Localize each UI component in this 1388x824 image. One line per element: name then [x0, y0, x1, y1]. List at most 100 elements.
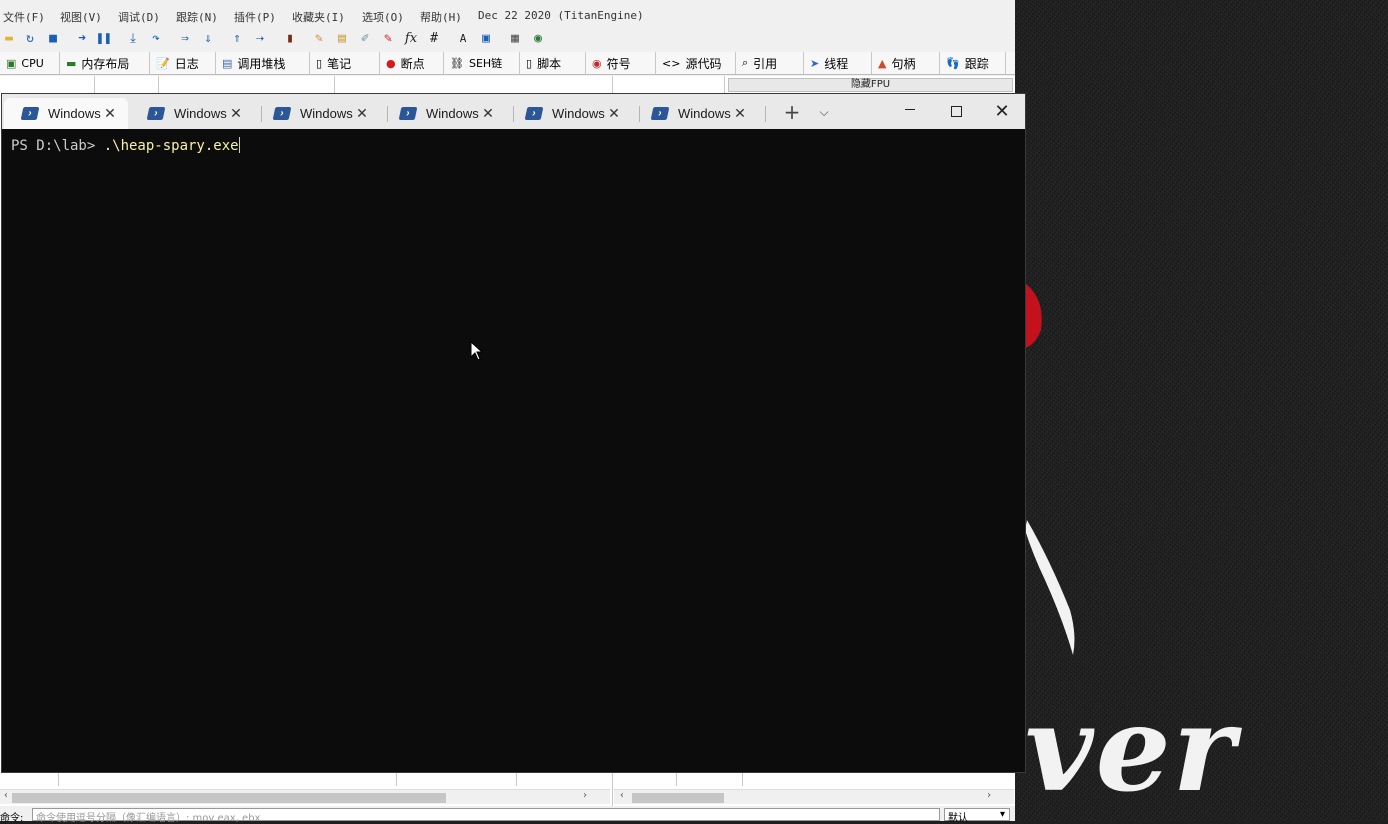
bookmark-icon[interactable]: ✎: [380, 30, 396, 46]
close-tab-icon[interactable]: ✕: [228, 105, 244, 122]
command-bar: 命令: 命令使用逗号分隔（像汇编语言）: mov eax, ebx 默认 ▾: [0, 806, 1015, 824]
restart-icon[interactable]: ↻: [22, 30, 38, 46]
command-label: 命令:: [0, 813, 24, 824]
label-icon[interactable]: ✐: [357, 30, 373, 46]
font-icon[interactable]: A: [455, 30, 471, 46]
comment-icon[interactable]: ▤: [334, 30, 350, 46]
menu-options[interactable]: 选项(O): [362, 9, 404, 25]
menu-plugins[interactable]: 插件(P): [234, 9, 276, 25]
tab-seh[interactable]: ⛓ SEH链: [444, 52, 520, 74]
debugger-menubar: 文件(F) 视图(V) 调试(D) 跟踪(N) 插件(P) 收藏夹(I) 选项(…: [0, 6, 1015, 26]
scroll-left-icon[interactable]: ‹: [3, 790, 9, 801]
terminal-tab-2[interactable]: › Windows ✕: [130, 98, 254, 129]
terminal-tab-3[interactable]: › Windows ✕: [256, 98, 380, 129]
source-icon: <>: [662, 56, 681, 70]
menu-file[interactable]: 文件(F): [3, 9, 45, 25]
mouse-pointer-icon: [470, 341, 484, 361]
execute-till-return-icon[interactable]: ⇑: [229, 30, 245, 46]
chevron-down-icon[interactable]: ⌵: [814, 100, 834, 124]
close-tab-icon[interactable]: ✕: [480, 105, 496, 122]
tab-memory-map[interactable]: ▬ 内存布局: [60, 52, 150, 74]
seh-icon: ⛓: [450, 56, 464, 70]
trace-over-icon[interactable]: ⇓: [200, 30, 216, 46]
symbol-icon: ◉: [592, 56, 602, 70]
notes-icon: ▯: [316, 56, 323, 70]
open-icon[interactable]: ▬: [1, 30, 17, 46]
calculator-icon[interactable]: ▦: [507, 30, 523, 46]
menu-favourites[interactable]: 收藏夹(I): [292, 9, 345, 25]
command-mode-select[interactable]: 默认 ▾: [944, 808, 1010, 824]
new-tab-button[interactable]: +: [782, 100, 802, 124]
step-over-icon[interactable]: ↷: [148, 30, 164, 46]
menu-trace[interactable]: 跟踪(N): [176, 9, 218, 25]
pause-icon[interactable]: ❚❚: [96, 30, 112, 46]
powershell-icon: ›: [20, 107, 40, 120]
tab-log[interactable]: 📝 日志: [150, 52, 216, 74]
debugger-toolbar: ▬ ↻ ■ ➜ ❚❚ ⤓ ↷ ⇒ ⇓ ⇑ ⇢ ▮ ✎ ▤ ✐ ✎ fx # A …: [0, 28, 1015, 48]
command-input[interactable]: 命令使用逗号分隔（像汇编语言）: mov eax, ebx: [32, 808, 940, 824]
scroll-right-icon[interactable]: ›: [986, 790, 992, 801]
memory-icon[interactable]: ▣: [478, 30, 494, 46]
tab-symbols[interactable]: ◉ 符号: [586, 52, 656, 74]
stop-icon[interactable]: ■: [45, 30, 61, 46]
script-icon: ▯: [526, 56, 533, 70]
close-tab-icon[interactable]: ✕: [102, 105, 118, 122]
powershell-icon: ›: [146, 107, 166, 120]
close-tab-icon[interactable]: ✕: [732, 105, 748, 122]
stack-hscrollbar[interactable]: ‹ ›: [614, 789, 1014, 804]
tab-source[interactable]: <> 源代码: [656, 52, 736, 74]
close-window-button[interactable]: ✕: [979, 94, 1025, 129]
close-tab-icon[interactable]: ✕: [354, 105, 370, 122]
scroll-thumb[interactable]: [632, 793, 724, 803]
hide-fpu-button[interactable]: 隐藏FPU: [728, 78, 1013, 92]
trace-into-icon[interactable]: ⇒: [177, 30, 193, 46]
powershell-icon: ›: [524, 107, 544, 120]
function-icon[interactable]: fx: [403, 30, 419, 46]
text-caret: [238, 137, 240, 153]
scroll-right-icon[interactable]: ›: [582, 790, 588, 801]
terminal-window: › Windows ✕ › Windows ✕ › Windows ✕ › Wi…: [2, 94, 1025, 772]
globe-icon[interactable]: ◉: [530, 30, 546, 46]
tab-script[interactable]: ▯ 脚本: [520, 52, 586, 74]
reference-icon: ⌕: [742, 56, 749, 69]
close-tab-icon[interactable]: ✕: [606, 105, 622, 122]
minimize-button[interactable]: [887, 94, 933, 129]
tab-trace[interactable]: 👣 跟踪: [940, 52, 1006, 74]
maximize-icon: [950, 106, 962, 117]
dump-hscrollbar[interactable]: ‹ ›: [0, 789, 610, 804]
callstack-icon: ▤: [222, 56, 233, 70]
terminal-tab-6[interactable]: › Windows ✕: [634, 98, 758, 129]
run-to-user-icon[interactable]: ⇢: [252, 30, 268, 46]
powershell-icon: ›: [650, 107, 670, 120]
close-icon: ✕: [994, 101, 1010, 122]
terminal-titlebar[interactable]: › Windows ✕ › Windows ✕ › Windows ✕ › Wi…: [2, 94, 1025, 129]
cpu-icon: ▣: [6, 56, 17, 70]
menu-help[interactable]: 帮助(H): [420, 9, 462, 25]
menu-view[interactable]: 视图(V): [60, 9, 102, 25]
tab-breakpoints[interactable]: ● 断点: [380, 52, 444, 74]
tab-callstack[interactable]: ▤ 调用堆栈: [216, 52, 310, 74]
terminal-output[interactable]: PS D:\lab> .\heap-spary.exe: [11, 137, 240, 154]
run-icon[interactable]: ➜: [74, 30, 90, 46]
tab-handles[interactable]: ▲ 句柄: [872, 52, 940, 74]
terminal-tab-1[interactable]: › Windows ✕: [4, 98, 128, 129]
powershell-icon: ›: [272, 107, 292, 120]
patch-icon[interactable]: ✎: [311, 30, 327, 46]
maximize-button[interactable]: [933, 94, 979, 129]
debugger-tabbar: ▣ CPU ▬ 内存布局 📝 日志 ▤ 调用堆栈 ▯ 笔记 ● 断点 ⛓ SEH链 ▯ 脚本 ◉…: [0, 52, 1015, 75]
breakpoint-icon: ●: [386, 56, 396, 70]
scroll-left-icon[interactable]: ‹: [619, 790, 625, 801]
terminal-tab-4[interactable]: › Windows ✕: [382, 98, 506, 129]
tab-notes[interactable]: ▯ 笔记: [310, 52, 380, 74]
tab-threads[interactable]: ➤ 线程: [804, 52, 872, 74]
terminal-tab-5[interactable]: › Windows ✕: [508, 98, 632, 129]
menu-debug[interactable]: 调试(D): [118, 9, 160, 25]
scroll-thumb[interactable]: [12, 793, 446, 803]
tab-cpu[interactable]: ▣ CPU: [0, 52, 60, 74]
hash-icon[interactable]: #: [426, 30, 442, 46]
tab-references[interactable]: ⌕ 引用: [736, 52, 804, 74]
script-icon[interactable]: ▮: [282, 30, 298, 46]
step-into-icon[interactable]: ⤓: [125, 30, 141, 46]
prompt: PS D:\lab>: [11, 138, 104, 154]
handle-icon: ▲: [878, 56, 887, 70]
